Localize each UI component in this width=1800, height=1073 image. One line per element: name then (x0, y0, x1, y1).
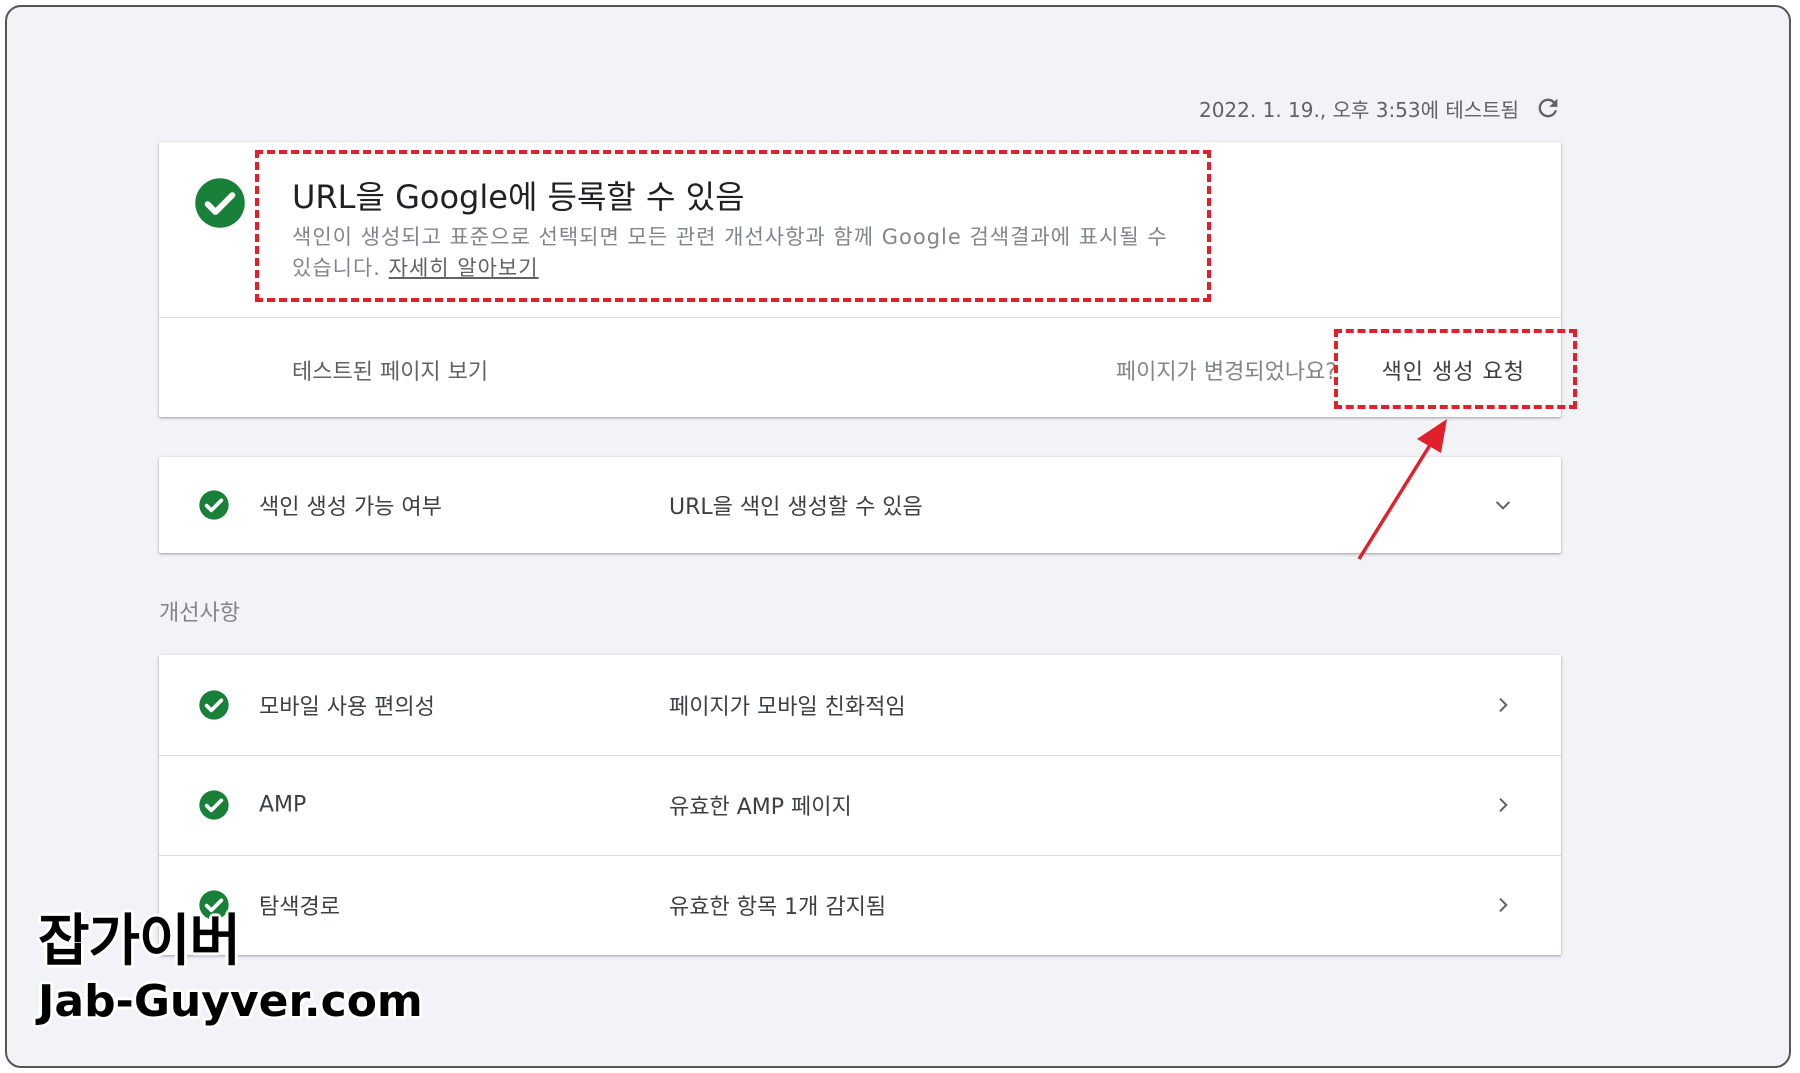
enhancement-row-amp[interactable]: AMP 유효한 AMP 페이지 (159, 755, 1561, 855)
screenshot-frame: 2022. 1. 19., 오후 3:53에 테스트됨 URL을 Google에… (5, 5, 1791, 1068)
view-tested-page-button[interactable]: 테스트된 페이지 보기 (292, 354, 488, 386)
test-timestamp-row: 2022. 1. 19., 오후 3:53에 테스트됨 (1199, 93, 1563, 123)
enhancement-row-mobile[interactable]: 모바일 사용 편의성 페이지가 모바일 친화적임 (159, 655, 1561, 755)
annotation-box-status (255, 150, 1211, 302)
check-circle-icon (199, 790, 229, 820)
watermark-english: Jab-Guyver.com (38, 976, 423, 1027)
chevron-right-icon[interactable] (1493, 695, 1513, 715)
enhancement-value: 페이지가 모바일 친화적임 (669, 695, 906, 720)
annotation-arrow (1357, 419, 1447, 560)
enhancement-value: 유효한 항목 1개 감지됨 (669, 895, 887, 920)
coverage-name: 색인 생성 가능 여부 (259, 495, 442, 520)
page-changed-question: 페이지가 변경되었나요? (1115, 360, 1337, 385)
watermark-korean: 잡가이버 (38, 909, 241, 974)
test-timestamp: 2022. 1. 19., 오후 3:53에 테스트됨 (1198, 97, 1519, 122)
check-circle-icon (199, 490, 229, 520)
enhancements-section-label: 개선사항 (159, 601, 240, 626)
enhancement-name: 모바일 사용 편의성 (259, 695, 435, 720)
check-circle-icon (195, 178, 245, 228)
chevron-right-icon[interactable] (1493, 895, 1513, 915)
site-watermark: 잡가이버 Jab-Guyver.com (38, 910, 423, 1028)
check-circle-icon (199, 690, 229, 720)
enhancement-name: AMP (259, 792, 307, 818)
refresh-icon[interactable] (1533, 93, 1563, 123)
chevron-down-icon[interactable] (1493, 495, 1513, 515)
enhancement-value: 유효한 AMP 페이지 (669, 795, 852, 820)
chevron-right-icon[interactable] (1493, 795, 1513, 815)
annotation-box-request-indexing (1334, 329, 1577, 409)
coverage-value: URL을 색인 생성할 수 있음 (669, 495, 923, 520)
